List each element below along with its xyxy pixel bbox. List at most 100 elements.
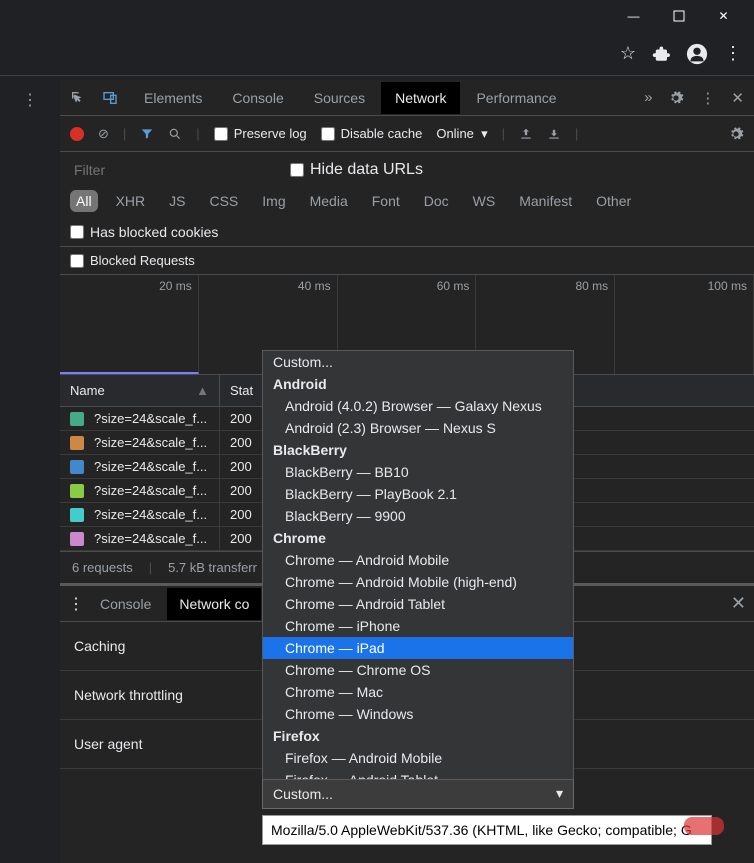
ua-option[interactable]: Chrome — iPad xyxy=(263,637,573,659)
device-toggle-icon[interactable] xyxy=(98,86,122,110)
profile-icon[interactable] xyxy=(686,43,708,65)
tab-elements[interactable]: Elements xyxy=(130,82,216,114)
filter-js[interactable]: JS xyxy=(163,190,191,212)
search-icon[interactable] xyxy=(168,127,182,141)
caching-label: Caching xyxy=(74,638,244,654)
ua-option[interactable]: Chrome — Chrome OS xyxy=(263,659,573,681)
has-blocked-cookies-label: Has blocked cookies xyxy=(90,224,218,240)
filter-icon[interactable] xyxy=(140,127,154,141)
ua-option[interactable]: BlackBerry — 9900 xyxy=(263,505,573,527)
filter-media[interactable]: Media xyxy=(304,190,354,212)
settings-gear-icon[interactable] xyxy=(664,86,688,110)
devtools-close-icon[interactable]: ✕ xyxy=(727,85,748,111)
tab-network[interactable]: Network xyxy=(381,82,460,114)
user-agent-input[interactable] xyxy=(262,815,712,845)
window-maximize-button[interactable] xyxy=(656,1,701,31)
has-blocked-cookies-checkbox[interactable]: Has blocked cookies xyxy=(70,224,218,240)
ua-option[interactable]: Custom... xyxy=(263,351,573,373)
bookmark-star-icon[interactable]: ☆ xyxy=(620,43,636,64)
favicon-icon xyxy=(70,484,84,498)
filter-xhr[interactable]: XHR xyxy=(110,190,152,212)
user-agent-dropdown-list[interactable]: Custom...AndroidAndroid (4.0.2) Browser … xyxy=(262,350,574,780)
filter-css[interactable]: CSS xyxy=(203,190,244,212)
dock-strip: ⋮ xyxy=(0,80,60,863)
browser-menu-icon[interactable]: ⋮ xyxy=(724,43,742,64)
tab-console[interactable]: Console xyxy=(218,82,297,114)
ua-option[interactable]: Firefox — Android Mobile xyxy=(263,747,573,769)
ua-option[interactable]: Android (2.3) Browser — Nexus S xyxy=(263,417,573,439)
disable-cache-checkbox[interactable]: Disable cache xyxy=(321,126,423,141)
record-button[interactable] xyxy=(70,127,84,141)
blocked-requests-checkbox[interactable]: Blocked Requests xyxy=(70,253,195,268)
favicon-icon xyxy=(70,460,84,474)
ua-option[interactable]: Chrome — Windows xyxy=(263,703,573,725)
filter-ws[interactable]: WS xyxy=(467,190,502,212)
drawer-close-icon[interactable]: ✕ xyxy=(731,593,746,614)
hide-data-urls-label: Hide data URLs xyxy=(310,161,423,179)
favicon-icon xyxy=(70,436,84,450)
request-name: ?size=24&scale_f... xyxy=(94,531,207,546)
ua-group-label: Chrome xyxy=(263,527,573,549)
window-minimize-button[interactable]: — xyxy=(611,1,656,31)
upload-har-icon[interactable] xyxy=(519,127,533,141)
window-titlebar: — ✕ xyxy=(0,0,754,32)
filter-all[interactable]: All xyxy=(70,190,98,212)
tab-performance[interactable]: Performance xyxy=(462,82,570,114)
window-close-button[interactable]: ✕ xyxy=(701,1,746,31)
favicon-icon xyxy=(70,412,84,426)
preserve-log-label: Preserve log xyxy=(234,126,307,141)
user-agent-label: User agent xyxy=(74,736,244,752)
tab-sources[interactable]: Sources xyxy=(300,82,379,114)
disable-cache-label: Disable cache xyxy=(341,126,423,141)
timeline-tick: 20 ms xyxy=(60,275,199,374)
more-tabs-icon[interactable]: » xyxy=(640,85,656,110)
ua-option[interactable]: Chrome — Android Tablet xyxy=(263,593,573,615)
type-filter-row: All XHR JS CSS Img Media Font Doc WS Man… xyxy=(70,190,744,240)
devtools-menu-icon[interactable]: ⋮ xyxy=(696,85,719,111)
request-name: ?size=24&scale_f... xyxy=(94,483,207,498)
preserve-log-checkbox[interactable]: Preserve log xyxy=(214,126,307,141)
browser-toolbar: ☆ ⋮ xyxy=(0,32,754,76)
ua-group-label: Android xyxy=(263,373,573,395)
ua-option[interactable]: Firefox — Android Tablet xyxy=(263,769,573,780)
drawer-tab-console[interactable]: Console xyxy=(88,588,163,620)
request-name: ?size=24&scale_f... xyxy=(94,435,207,450)
blocked-requests-label: Blocked Requests xyxy=(90,253,195,268)
download-har-icon[interactable] xyxy=(547,127,561,141)
watermark-icon xyxy=(684,817,724,835)
summary-requests: 6 requests xyxy=(72,560,133,575)
dock-menu-icon[interactable]: ⋮ xyxy=(0,80,60,120)
filter-other[interactable]: Other xyxy=(590,190,637,212)
extensions-icon[interactable] xyxy=(652,45,670,63)
drawer-menu-icon[interactable]: ⋮ xyxy=(68,594,84,614)
ua-option[interactable]: Chrome — Android Mobile xyxy=(263,549,573,571)
filter-manifest[interactable]: Manifest xyxy=(513,190,578,212)
drawer-tab-network-conditions[interactable]: Network co xyxy=(167,588,261,620)
blocked-requests-row: Blocked Requests xyxy=(60,247,754,275)
network-settings-gear-icon[interactable] xyxy=(728,126,744,142)
ua-option[interactable]: BlackBerry — PlayBook 2.1 xyxy=(263,483,573,505)
ua-option[interactable]: BlackBerry — BB10 xyxy=(263,461,573,483)
filter-input[interactable] xyxy=(70,158,270,182)
clear-icon[interactable]: ⊘ xyxy=(98,126,109,142)
filter-img[interactable]: Img xyxy=(256,190,291,212)
ua-option[interactable]: Chrome — iPhone xyxy=(263,615,573,637)
ua-option[interactable]: Chrome — Mac xyxy=(263,681,573,703)
devtools-header: Elements Console Sources Network Perform… xyxy=(60,80,754,116)
throttling-select[interactable]: Online ▾ xyxy=(436,126,487,142)
devtools-tabs: Elements Console Sources Network Perform… xyxy=(130,82,632,114)
filter-doc[interactable]: Doc xyxy=(418,190,455,212)
timeline-tick: 100 ms xyxy=(615,275,754,374)
user-agent-select[interactable]: Custom... ▾ xyxy=(262,778,574,809)
summary-transfer: 5.7 kB transferr xyxy=(168,560,257,575)
request-name: ?size=24&scale_f... xyxy=(94,507,207,522)
inspect-icon[interactable] xyxy=(66,86,90,110)
favicon-icon xyxy=(70,508,84,522)
filter-font[interactable]: Font xyxy=(366,190,406,212)
ua-option[interactable]: Chrome — Android Mobile (high-end) xyxy=(263,571,573,593)
col-name[interactable]: Name▲ xyxy=(60,375,220,406)
maximize-icon xyxy=(673,10,685,22)
filter-bar: Hide data URLs All XHR JS CSS Img Media … xyxy=(60,152,754,247)
ua-option[interactable]: Android (4.0.2) Browser — Galaxy Nexus xyxy=(263,395,573,417)
hide-data-urls-checkbox[interactable]: Hide data URLs xyxy=(290,161,423,179)
